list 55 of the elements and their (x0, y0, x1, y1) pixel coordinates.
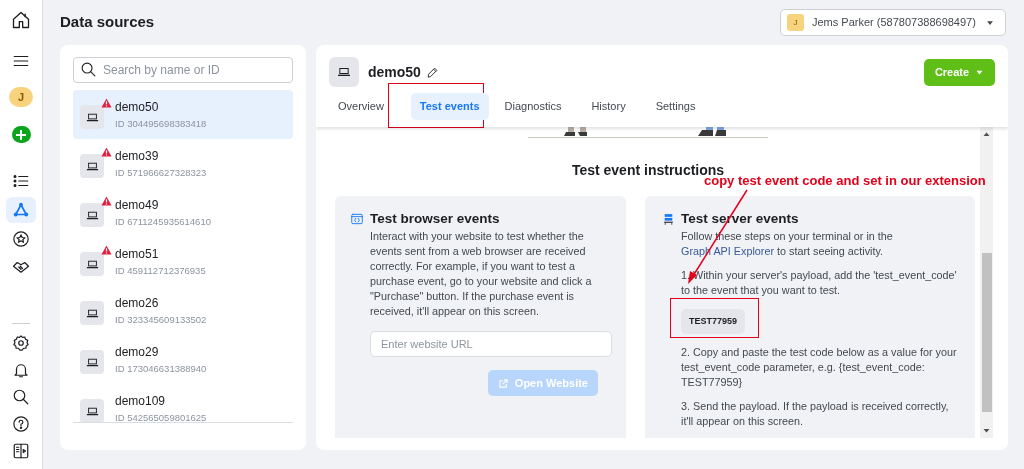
tab[interactable]: Diagnostics (495, 93, 571, 120)
source-name: demo50 (115, 99, 160, 115)
source-name: demo49 (115, 197, 160, 213)
source-list-item[interactable]: demo26 ID 323345609133502 (73, 286, 293, 335)
source-id: ID 6711245935614610 (115, 215, 211, 228)
scroll-up-icon[interactable] (983, 130, 990, 139)
account-dropdown[interactable]: J Jems Parker (587807388698497) (780, 9, 1006, 36)
source-id: ID 173046631388940 (115, 362, 207, 375)
bell-icon[interactable] (12, 361, 30, 379)
search-icon[interactable] (12, 388, 30, 406)
home-icon[interactable] (11, 10, 31, 30)
scroll-down-icon[interactable] (983, 426, 990, 435)
external-link-icon (497, 377, 509, 389)
source-list-item[interactable]: demo39 ID 571966627328323 (73, 139, 293, 188)
source-list-item[interactable]: demo49 ID 6711245935614610 (73, 188, 293, 237)
source-id: ID 542565059801625 (115, 411, 207, 422)
search-icon (80, 61, 97, 78)
source-id: ID 304495698383418 (115, 117, 207, 130)
source-list-item[interactable]: demo109 ID 542565059801625 (73, 384, 293, 422)
tab[interactable]: Settings (646, 93, 705, 120)
test-event-code[interactable]: TEST77959 (681, 309, 746, 334)
source-id: ID 323345609133502 (115, 313, 207, 326)
source-list-item[interactable]: demo29 ID 173046631388940 (73, 335, 293, 384)
panel-icon[interactable] (12, 442, 30, 460)
source-id: ID 459112712376935 (115, 264, 206, 277)
source-list-item[interactable]: demo51 ID 459112712376935 (73, 237, 293, 286)
source-name: demo109 (115, 393, 167, 409)
edit-icon[interactable] (425, 65, 439, 79)
step-text: 2. Copy and paste the test code below as a value for your test_event_code parameter, e.g. {test_event_code: TEST77959} (681, 345, 958, 390)
url-input-field[interactable]: Enter website URL (370, 331, 612, 357)
tab[interactable]: Overview (329, 93, 393, 120)
server-icon (662, 212, 675, 226)
help-icon[interactable] (12, 415, 30, 433)
account-name: Jems Parker (587807388698497) (812, 15, 977, 31)
user-avatar[interactable]: J (9, 87, 33, 108)
page-title: Data sources (60, 12, 155, 33)
card-title: Test browser events (370, 210, 501, 228)
source-title: demo50 (368, 62, 421, 82)
source-name: demo51 (115, 246, 160, 262)
step-text: 3. Send the payload. If the payload is received correctly, it'll appear on this screen. (681, 399, 950, 429)
source-name: demo26 (115, 295, 160, 311)
section-title: Test event instructions (571, 161, 725, 178)
tab[interactable]: Test events (410, 93, 489, 120)
settings-icon[interactable] (12, 334, 30, 352)
source-id: ID 571966627328323 (115, 166, 207, 179)
source-name: demo29 (115, 344, 160, 360)
browser-code-icon (350, 212, 364, 226)
source-name: demo39 (115, 148, 160, 164)
add-icon[interactable] (11, 126, 31, 143)
network-nav-button[interactable] (6, 197, 36, 223)
search-field[interactable]: Search by name or ID (73, 57, 293, 83)
card-description: Interact with your website to test whether the events sent from a web browser are received correctly. For example, if you want to test a purchase event, go to your website and click a "Purchase" button. If the purchase event is received, it'll appear on this screen. (370, 229, 593, 319)
tab[interactable]: History (582, 93, 635, 120)
source-list-item[interactable]: demo50 ID 304495698383418 (73, 90, 293, 139)
account-avatar: J (787, 14, 804, 31)
